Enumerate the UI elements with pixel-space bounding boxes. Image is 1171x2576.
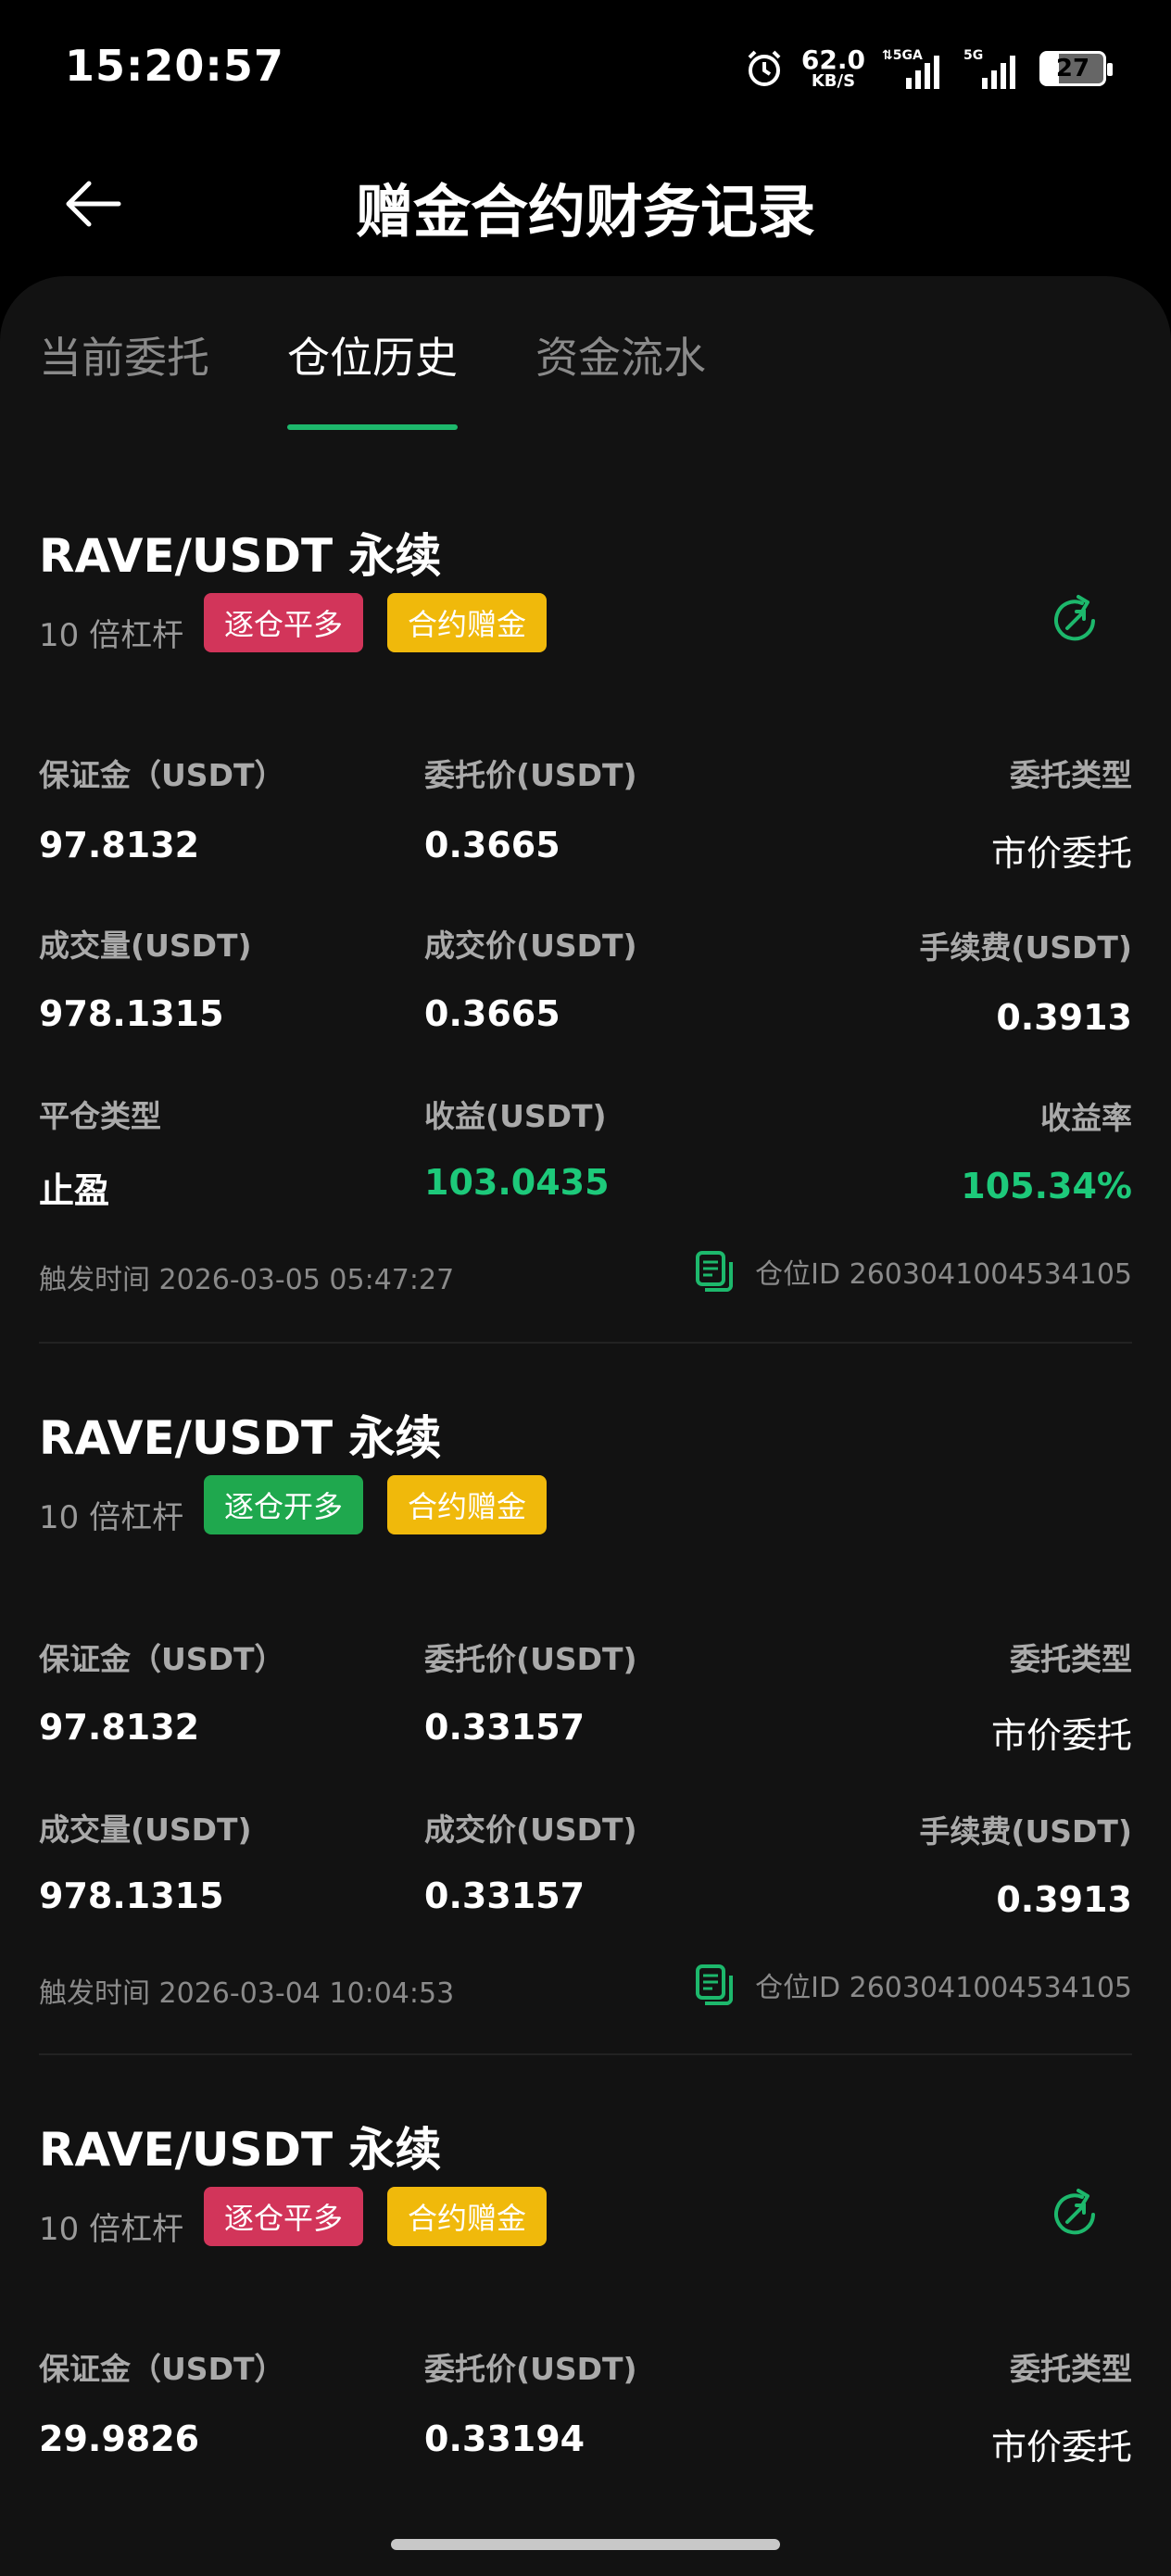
volume-label: 成交量(USDT) [39,928,252,964]
margin-label: 保证金（USDT） [39,757,285,793]
status-time: 15:20:57 [65,41,284,91]
copy-icon[interactable] [694,1963,735,2007]
bonus-tag: 合约赠金 [387,2187,548,2246]
order-price-label: 委托价(USDT) [424,757,637,793]
fee-label: 手续费(USDT) [919,929,1132,966]
close-type-value: 止盈 [39,1170,110,1211]
status-bar: 15:20:57 62.0 KB/S ⇅5GA 5G 27 [0,0,1171,139]
tab-position-history[interactable]: 仓位历史 [287,324,458,385]
svg-text:5G: 5G [963,48,983,63]
position-record[interactable]: RAVE/USDT 永续 10 倍杠杆 逐仓平多 合约赠金 保证金（USDT） … [39,2113,1132,2576]
copy-icon[interactable] [694,1249,735,1294]
margin-value: 97.8132 [39,825,200,865]
trigger-time: 触发时间 2026-03-04 10:04:53 [39,1977,455,2010]
status-icons: 62.0 KB/S ⇅5GA 5G 27 [744,41,1113,96]
leverage-label: 10 倍杠杆 [39,2211,184,2248]
record-divider [39,2053,1132,2055]
signal-5ga-icon: ⇅5GA [882,48,939,89]
fee-value: 0.3913 [996,997,1132,1038]
record-divider [39,1342,1132,1344]
symbol-title: RAVE/USDT 永续 [39,529,442,583]
leverage-label: 10 倍杠杆 [39,1499,184,1536]
fill-price-value: 0.3665 [424,993,560,1034]
side-tag: 逐仓平多 [204,2187,364,2246]
order-price-value: 0.3665 [424,825,560,865]
trigger-time: 触发时间 2026-03-05 05:47:27 [39,1264,455,1296]
signal-5g-icon: 5G [963,48,1015,89]
fill-price-value: 0.33157 [424,1875,586,1916]
margin-value: 97.8132 [39,1707,200,1748]
share-icon[interactable] [1045,2185,1104,2244]
order-type-value: 市价委托 [990,2427,1132,2468]
volume-label: 成交量(USDT) [39,1812,252,1848]
tab-bar: 当前委托 仓位历史 资金流水 [0,276,1171,434]
position-record[interactable]: RAVE/USDT 永续 10 倍杠杆 逐仓平多 合约赠金 保证金（USDT） … [39,519,1132,1344]
margin-label: 保证金（USDT） [39,2351,285,2387]
tab-current-orders[interactable]: 当前委托 [39,324,209,385]
side-tag: 逐仓平多 [204,593,364,652]
tab-fund-flow[interactable]: 资金流水 [535,324,706,385]
order-price-label: 委托价(USDT) [424,1641,637,1677]
order-type-label: 委托类型 [1010,1641,1132,1677]
position-id: 仓位ID 2603041004534105 [694,1249,1132,1294]
volume-value: 978.1315 [39,993,224,1034]
order-price-value: 0.33194 [424,2418,586,2459]
active-tab-indicator [287,424,458,430]
volume-value: 978.1315 [39,1875,224,1916]
roi-label: 收益率 [1040,1100,1132,1136]
margin-value: 29.9826 [39,2418,200,2459]
leverage-label: 10 倍杠杆 [39,617,184,654]
network-speed: 62.0 KB/S [800,44,865,91]
home-indicator[interactable] [391,2539,780,2550]
bonus-tag: 合约赠金 [387,593,548,652]
content-panel: 当前委托 仓位历史 资金流水 RAVE/USDT 永续 10 倍杠杆 逐仓平多 … [0,276,1171,2576]
fee-value: 0.3913 [996,1879,1132,1920]
alarm-icon [748,50,781,86]
margin-label: 保证金（USDT） [39,1641,285,1677]
bonus-tag: 合约赠金 [387,1475,548,1534]
fee-label: 手续费(USDT) [919,1813,1132,1850]
share-icon[interactable] [1045,591,1104,650]
symbol-title: RAVE/USDT 永续 [39,1411,442,1465]
position-id: 仓位ID 2603041004534105 [694,1963,1132,2007]
order-price-value: 0.33157 [424,1707,586,1748]
close-type-label: 平仓类型 [39,1098,161,1134]
position-record[interactable]: RAVE/USDT 永续 10 倍杠杆 逐仓开多 合约赠金 保证金（USDT） … [39,1401,1132,2055]
pnl-value: 103.0435 [424,1162,610,1203]
fill-price-label: 成交价(USDT) [424,1812,637,1848]
fill-price-label: 成交价(USDT) [424,928,637,964]
order-price-label: 委托价(USDT) [424,2351,637,2387]
svg-text:⇅5GA: ⇅5GA [882,48,923,63]
page-title: 赠金合约财务记录 [355,178,815,246]
top-navigation: 赠金合约财务记录 [0,139,1171,278]
pnl-label: 收益(USDT) [424,1098,607,1134]
order-type-value: 市价委托 [990,833,1132,874]
order-type-label: 委托类型 [1010,2351,1132,2387]
order-type-value: 市价委托 [990,1715,1132,1756]
battery-icon: 27 [1039,51,1113,86]
symbol-title: RAVE/USDT 永续 [39,2123,442,2177]
side-tag: 逐仓开多 [204,1475,364,1534]
order-type-label: 委托类型 [1010,757,1132,793]
roi-value: 105.34% [961,1166,1132,1206]
